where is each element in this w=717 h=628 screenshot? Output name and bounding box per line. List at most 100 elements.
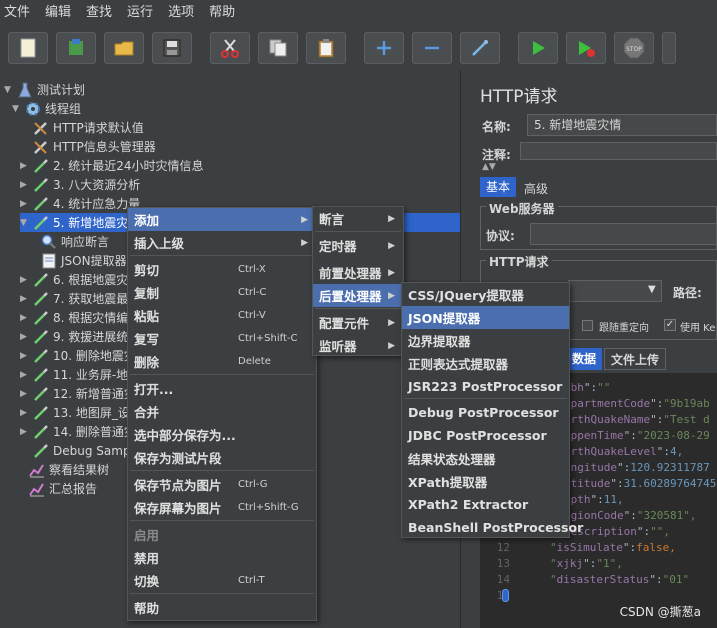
menu-item[interactable]: 切换 Ctrl-T bbox=[128, 569, 316, 592]
shutdown-button[interactable] bbox=[662, 32, 676, 64]
start-no-pause-button[interactable] bbox=[566, 32, 606, 64]
protocol-field[interactable] bbox=[530, 223, 717, 245]
menu-item[interactable]: 复制 Ctrl-C bbox=[128, 281, 316, 304]
menu-item[interactable]: 启用 bbox=[128, 523, 316, 546]
save-button[interactable] bbox=[152, 32, 192, 64]
tree-node[interactable]: ▶ 12. 新增普通灾 bbox=[20, 384, 136, 403]
post-processor-item[interactable]: XPath提取器 bbox=[402, 470, 569, 493]
expand-button[interactable] bbox=[364, 32, 404, 64]
collapsed-arrow-icon[interactable]: ▶ bbox=[20, 370, 32, 380]
tree-node[interactable]: ▶ 3. 八大资源分析 bbox=[20, 175, 140, 194]
post-processor-item[interactable]: XPath2 Extractor bbox=[402, 493, 569, 516]
menu-item[interactable]: 禁用 bbox=[128, 546, 316, 569]
collapsed-arrow-icon[interactable]: ▶ bbox=[20, 275, 32, 285]
collapsed-arrow-icon[interactable]: ▶ bbox=[20, 332, 32, 342]
post-processor-item[interactable]: 边界提取器 bbox=[402, 329, 569, 352]
tab-advanced[interactable]: 高级 bbox=[518, 179, 554, 199]
expand-arrow-icon[interactable]: ▼ bbox=[4, 85, 16, 95]
menu-item[interactable]: 合并 bbox=[128, 400, 316, 423]
submenu-item[interactable]: 前置处理器 ▶ bbox=[313, 261, 403, 284]
tree-node[interactable]: HTTP请求默认值 bbox=[20, 118, 144, 137]
submenu-item[interactable]: 定时器 ▶ bbox=[313, 234, 403, 257]
collapsed-arrow-icon[interactable]: ▶ bbox=[20, 294, 32, 304]
follow-redirect-checkbox[interactable] bbox=[582, 320, 593, 331]
tab-basic[interactable]: 基本 bbox=[480, 177, 517, 197]
post-processor-item[interactable]: 正则表达式提取器 bbox=[402, 352, 569, 375]
collapsed-arrow-icon[interactable]: ▶ bbox=[20, 199, 32, 209]
tab-file-upload[interactable]: 文件上传 bbox=[604, 348, 667, 370]
collapsed-arrow-icon[interactable]: ▶ bbox=[20, 389, 32, 399]
tree-node[interactable]: ▶ 9. 救援进展统 bbox=[20, 327, 128, 346]
toggle-button[interactable] bbox=[460, 32, 500, 64]
post-processor-item[interactable]: JSON提取器 bbox=[402, 306, 569, 329]
menu-item[interactable]: 粘贴 Ctrl-V bbox=[128, 304, 316, 327]
tree-node[interactable]: ▶ 6. 根据地震灾 bbox=[20, 270, 128, 289]
menu-help[interactable]: 帮助 bbox=[209, 0, 235, 26]
submenu-item[interactable]: 断言 ▶ bbox=[313, 207, 403, 230]
collapsed-arrow-icon[interactable]: ▶ bbox=[20, 427, 32, 437]
expand-arrow-icon[interactable]: ▼ bbox=[20, 218, 32, 228]
collapsed-arrow-icon[interactable]: ▶ bbox=[20, 313, 32, 323]
post-processor-item[interactable]: JSR223 PostProcessor bbox=[402, 375, 569, 398]
menu-item[interactable]: 添加 ▶ bbox=[128, 208, 316, 231]
post-processor-item[interactable]: Debug PostProcessor bbox=[402, 401, 569, 424]
menu-item[interactable]: 帮助 bbox=[128, 596, 316, 619]
submenu-item[interactable]: 配置元件 ▶ bbox=[313, 311, 403, 334]
menu-item[interactable]: 删除 Delete bbox=[128, 350, 316, 373]
post-processor-item[interactable]: JDBC PostProcessor bbox=[402, 424, 569, 447]
collapse-button[interactable] bbox=[412, 32, 452, 64]
menu-file[interactable]: 文件 bbox=[4, 0, 30, 26]
menu-item[interactable]: 保存屏幕为图片 Ctrl+Shift-G bbox=[128, 496, 316, 519]
cut-button[interactable] bbox=[210, 32, 250, 64]
tree-node[interactable]: ▶ 14. 删除普通灾 bbox=[20, 422, 136, 441]
menu-item[interactable]: 打开... bbox=[128, 377, 316, 400]
submenu-item[interactable]: 后置处理器 ▶ bbox=[313, 284, 403, 307]
tree-node[interactable]: Debug Samp bbox=[20, 441, 131, 460]
new-button[interactable] bbox=[8, 32, 48, 64]
collapsed-arrow-icon[interactable]: ▶ bbox=[20, 161, 32, 171]
open-button[interactable] bbox=[104, 32, 144, 64]
tree-node[interactable]: HTTP信息头管理器 bbox=[20, 137, 156, 156]
name-field[interactable]: 5. 新增地震灾情 bbox=[527, 114, 717, 136]
post-processor-item[interactable]: CSS/JQuery提取器 bbox=[402, 283, 569, 306]
menu-edit[interactable]: 编辑 bbox=[45, 0, 71, 26]
tree-node[interactable]: ▶ 2. 统计最近24小时灾情信息 bbox=[20, 156, 204, 175]
tree-node[interactable]: 响应断言 bbox=[28, 232, 109, 251]
tree-node[interactable]: ▶ 11. 业务屏-地 bbox=[20, 365, 128, 384]
menu-item[interactable]: 插入上级 ▶ bbox=[128, 231, 316, 254]
tab-body-data[interactable]: 数据 bbox=[566, 348, 603, 370]
post-processor-item[interactable]: 结果状态处理器 bbox=[402, 447, 569, 470]
submenu-item[interactable]: 监听器 ▶ bbox=[313, 334, 403, 357]
tree-node[interactable]: ▶ 4. 统计应急力量 bbox=[20, 194, 140, 213]
menu-item[interactable]: 保存节点为图片 Ctrl-G bbox=[128, 473, 316, 496]
tree-node[interactable]: ▶ 13. 地图屏_设 bbox=[20, 403, 130, 422]
tree-node[interactable]: 察看结果树 bbox=[16, 460, 109, 479]
comment-field[interactable] bbox=[520, 142, 717, 160]
tree-node[interactable]: ▶ 10. 删除地震灾 bbox=[20, 346, 136, 365]
tree-node[interactable]: ▶ 8. 根据灾情编 bbox=[20, 308, 128, 327]
expand-arrow-icon[interactable]: ▼ bbox=[12, 104, 24, 114]
tree-node[interactable]: JSON提取器 bbox=[28, 251, 127, 270]
tree-node[interactable]: ▼ 线程组 bbox=[12, 99, 81, 118]
menu-item[interactable]: 复写 Ctrl+Shift-C bbox=[128, 327, 316, 350]
tree-node[interactable]: ▶ 7. 获取地震最 bbox=[20, 289, 128, 308]
copy-button[interactable] bbox=[258, 32, 298, 64]
paste-button[interactable] bbox=[306, 32, 346, 64]
post-processor-item[interactable]: BeanShell PostProcessor bbox=[402, 516, 583, 539]
collapsed-arrow-icon[interactable]: ▶ bbox=[20, 351, 32, 361]
collapsed-arrow-icon[interactable]: ▶ bbox=[20, 180, 32, 190]
chevron-down-icon[interactable]: ▼ bbox=[648, 284, 656, 295]
collapse-arrows-icon[interactable]: ▲▼ bbox=[482, 162, 496, 172]
tree-node[interactable]: 汇总报告 bbox=[16, 479, 97, 498]
menu-item[interactable]: 选中部分保存为... bbox=[128, 423, 316, 446]
templates-button[interactable] bbox=[56, 32, 96, 64]
menu-options[interactable]: 选项 bbox=[168, 0, 194, 26]
menu-run[interactable]: 运行 bbox=[127, 0, 153, 26]
tree-node[interactable]: ▼ 测试计划 bbox=[4, 80, 85, 99]
collapsed-arrow-icon[interactable]: ▶ bbox=[20, 408, 32, 418]
keepalive-checkbox[interactable]: ✓ bbox=[664, 319, 676, 331]
menu-search[interactable]: 查找 bbox=[86, 0, 112, 26]
stop-button[interactable]: STOP bbox=[614, 32, 654, 64]
start-button[interactable] bbox=[518, 32, 558, 64]
menu-item[interactable]: 剪切 Ctrl-X bbox=[128, 258, 316, 281]
